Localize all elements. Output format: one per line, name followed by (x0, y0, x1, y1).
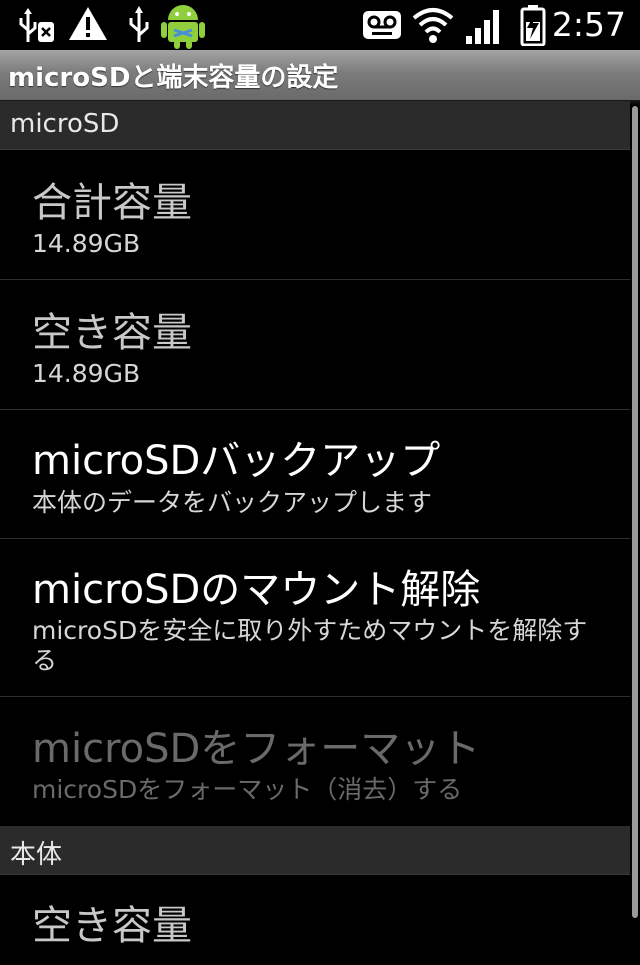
list-item-title: microSDのマウント解除 (32, 567, 481, 613)
status-time: 2:57 (551, 5, 626, 44)
list-item-summary: microSDをフォーマット（消去）する (32, 775, 463, 804)
status-bar: 2:57 (0, 0, 640, 50)
list-item-title: 空き容量 (32, 903, 192, 949)
usb-icon (129, 6, 149, 42)
list-item-format: microSDをフォーマット microSDをフォーマット（消去）する (0, 697, 630, 826)
list-item-title: 合計容量 (32, 180, 192, 226)
signal-icon (466, 10, 499, 44)
list-item-title: 空き容量 (32, 310, 192, 356)
list-item-unmount[interactable]: microSDのマウント解除 microSDを安全に取り外すためマウントを解除す… (0, 539, 630, 697)
android-icon (161, 5, 205, 49)
list-item-backup[interactable]: microSDバックアップ 本体のデータをバックアップします (0, 410, 630, 539)
scrollbar[interactable] (632, 106, 638, 918)
section-header-microsd: microSD (0, 101, 630, 150)
warning-icon (69, 7, 107, 40)
list-item-title: microSDをフォーマット (32, 726, 481, 772)
section-header-label: microSD (10, 109, 120, 139)
wifi-icon (412, 8, 454, 43)
section-header-label: 本体 (10, 840, 63, 870)
section-header-internal: 本体 (0, 826, 630, 875)
list-item-free-space[interactable]: 空き容量 14.89GB (0, 280, 630, 410)
list-item-total-capacity[interactable]: 合計容量 14.89GB (0, 150, 630, 280)
list-item-internal-free-space[interactable]: 空き容量 (0, 875, 630, 965)
voicemail-icon (363, 11, 401, 39)
list-item-summary: microSDを安全に取り外すためマウントを解除する (32, 616, 588, 675)
battery-charging-icon (520, 5, 546, 46)
title-bar: microSDと端末容量の設定 (0, 50, 640, 101)
settings-list[interactable]: microSD 合計容量 14.89GB 空き容量 14.89GB microS… (0, 101, 630, 965)
list-item-value: 14.89GB (32, 229, 141, 258)
list-item-title: microSDバックアップ (32, 438, 441, 484)
list-item-value: 14.89GB (32, 359, 141, 388)
usb-debug-icon (19, 8, 54, 42)
list-item-summary: 本体のデータをバックアップします (32, 488, 433, 517)
page-title: microSDと端末容量の設定 (8, 63, 339, 93)
